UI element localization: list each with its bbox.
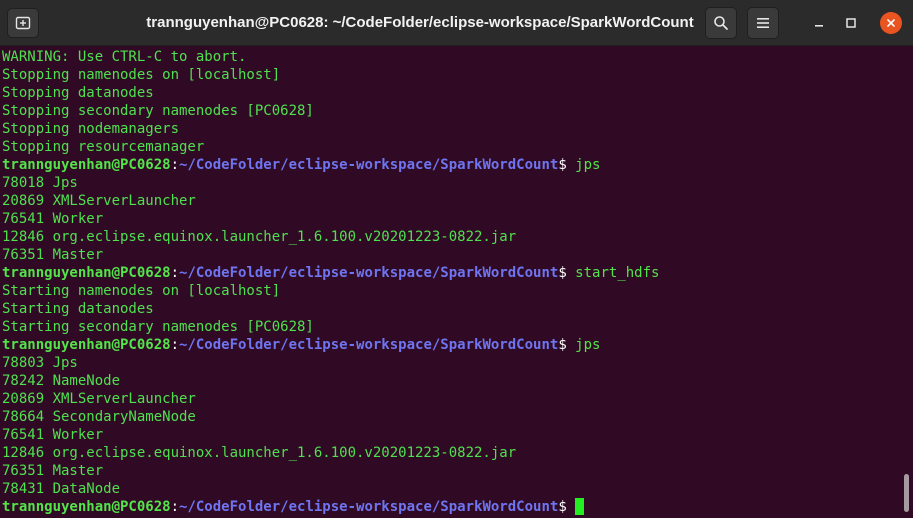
- prompt-command: start_hdfs: [566, 265, 660, 281]
- terminal-output-line: 76351 Master: [2, 463, 104, 479]
- search-icon: [714, 16, 728, 30]
- prompt-user-host: trannguyenhan@PC0628: [2, 499, 171, 515]
- maximize-button[interactable]: [835, 7, 867, 39]
- terminal-cursor: [575, 498, 585, 515]
- terminal-output-line: 78242 NameNode: [2, 373, 121, 389]
- prompt-command: jps: [566, 337, 601, 353]
- terminal-output-line: 76541 Worker: [2, 211, 104, 227]
- terminal-prompt-line: trannguyenhan@PC0628:~/CodeFolder/eclips…: [2, 264, 900, 282]
- terminal-output-line: 12846 org.eclipse.equinox.launcher_1.6.1…: [2, 445, 517, 461]
- prompt-path: ~/CodeFolder/eclipse-workspace/SparkWord…: [179, 337, 559, 353]
- terminal-output-line: WARNING: Use CTRL-C to abort.: [2, 49, 247, 65]
- window-title: trannguyenhan@PC0628: ~/CodeFolder/eclip…: [146, 14, 694, 31]
- terminal-output-line: 78664 SecondaryNameNode: [2, 409, 196, 425]
- terminal-prompt-line: trannguyenhan@PC0628:~/CodeFolder/eclips…: [2, 336, 900, 354]
- terminal-prompt-line: trannguyenhan@PC0628:~/CodeFolder/eclips…: [2, 498, 900, 516]
- terminal-window: trannguyenhan@PC0628: ~/CodeFolder/eclip…: [0, 0, 913, 518]
- close-button-circle: [880, 12, 902, 34]
- terminal-output-line: Stopping secondary namenodes [PC0628]: [2, 103, 314, 119]
- prompt-separator: :: [170, 499, 180, 515]
- terminal-output-line: Stopping namenodes on [localhost]: [2, 67, 281, 83]
- terminal-output-line: 76351 Master: [2, 247, 104, 263]
- prompt-user-host: trannguyenhan@PC0628: [2, 157, 171, 173]
- prompt-path: ~/CodeFolder/eclipse-workspace/SparkWord…: [179, 499, 559, 515]
- maximize-icon: [846, 18, 856, 28]
- terminal-output-line: Starting datanodes: [2, 301, 154, 317]
- terminal-output-line: 20869 XMLServerLauncher: [2, 391, 196, 407]
- terminal-output-line: Stopping resourcemanager: [2, 139, 205, 155]
- hamburger-menu-icon: [757, 18, 769, 28]
- close-button[interactable]: [875, 7, 907, 39]
- prompt-command: [567, 499, 575, 515]
- prompt-dollar: $: [558, 265, 567, 281]
- prompt-path: ~/CodeFolder/eclipse-workspace/SparkWord…: [179, 157, 559, 173]
- terminal-prompt-line: trannguyenhan@PC0628:~/CodeFolder/eclips…: [2, 156, 900, 174]
- prompt-command: jps: [566, 157, 601, 173]
- terminal-output-line: 12846 org.eclipse.equinox.launcher_1.6.1…: [2, 229, 517, 245]
- terminal-output[interactable]: WARNING: Use CTRL-C to abort. Stopping na…: [0, 46, 900, 518]
- scrollbar-thumb[interactable]: [904, 474, 909, 512]
- prompt-separator: :: [170, 337, 180, 353]
- prompt-dollar: $: [558, 337, 567, 353]
- vertical-scrollbar[interactable]: [900, 46, 913, 518]
- prompt-dollar: $: [558, 157, 567, 173]
- terminal-output-line: Starting secondary namenodes [PC0628]: [2, 319, 314, 335]
- terminal-output-line: 78431 DataNode: [2, 481, 121, 497]
- new-tab-icon: [15, 16, 31, 30]
- terminal-output-line: 78803 Jps: [2, 355, 78, 371]
- prompt-user-host: trannguyenhan@PC0628: [2, 265, 171, 281]
- menu-button[interactable]: [747, 7, 779, 39]
- minimize-icon: [815, 25, 823, 27]
- terminal-output-line: Stopping nodemanagers: [2, 121, 180, 137]
- prompt-separator: :: [170, 265, 180, 281]
- prompt-dollar: $: [558, 499, 567, 515]
- terminal-output-line: 20869 XMLServerLauncher: [2, 193, 196, 209]
- title-bar: trannguyenhan@PC0628: ~/CodeFolder/eclip…: [0, 0, 913, 46]
- terminal-output-line: Stopping datanodes: [2, 85, 154, 101]
- prompt-separator: :: [170, 157, 180, 173]
- search-button[interactable]: [705, 7, 737, 39]
- terminal-output-line: 76541 Worker: [2, 427, 104, 443]
- prompt-path: ~/CodeFolder/eclipse-workspace/SparkWord…: [179, 265, 559, 281]
- minimize-button[interactable]: [803, 7, 835, 39]
- terminal-output-line: Starting namenodes on [localhost]: [2, 283, 281, 299]
- terminal-output-line: 78018 Jps: [2, 175, 78, 191]
- prompt-user-host: trannguyenhan@PC0628: [2, 337, 171, 353]
- new-tab-button[interactable]: [7, 8, 39, 38]
- close-icon: [887, 19, 895, 27]
